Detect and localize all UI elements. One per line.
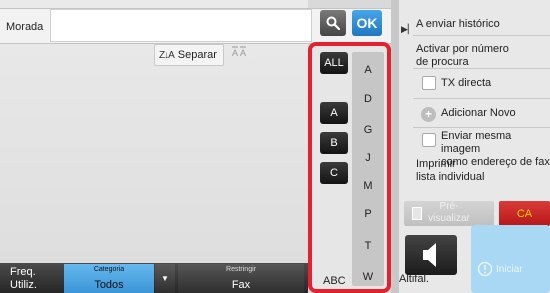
index-letter-w[interactable]: W <box>352 271 384 283</box>
index-letter-t[interactable]: T <box>352 240 384 252</box>
activate-by-search-number[interactable]: Activar por número de procura <box>416 43 509 69</box>
freq-label-line2: Utiliz. <box>10 279 37 291</box>
tx-direct-checkbox[interactable] <box>422 76 436 90</box>
tx-direct-label: TX directa <box>441 77 492 89</box>
speaker-label: Altifal. <box>399 273 429 285</box>
keyword-icon: A A <box>232 46 246 58</box>
print-line2: lista individual <box>416 171 485 183</box>
index-letter-p[interactable]: P <box>352 208 384 220</box>
index-button-a[interactable]: A <box>320 102 348 124</box>
send-same-image-checkbox[interactable] <box>422 133 436 147</box>
preview-button[interactable]: Pré- visualizar <box>404 201 494 226</box>
sort-button[interactable]: Z↓A Separar <box>154 44 224 66</box>
index-letter-j[interactable]: J <box>352 152 384 164</box>
add-new-label: Adicionar Novo <box>441 107 516 119</box>
svg-text:A: A <box>232 48 238 57</box>
index-button-b[interactable]: B <box>320 132 348 154</box>
side-panel-divider <box>391 0 399 293</box>
index-letter-g[interactable]: G <box>352 124 384 136</box>
speaker-icon <box>423 243 436 267</box>
abc-index-button[interactable]: ABC <box>323 275 346 287</box>
index-letter-d[interactable]: D <box>352 93 384 105</box>
frequent-use-button[interactable]: Freq. Utiliz. <box>10 266 37 292</box>
speaker-button[interactable] <box>405 235 457 275</box>
index-all-button[interactable]: ALL <box>320 52 348 74</box>
address-label: Morada <box>6 21 44 33</box>
start-label: Iniciar <box>496 264 523 275</box>
tx-direct-item[interactable]: TX directa <box>413 68 550 96</box>
freq-label-line1: Freq. <box>10 266 36 278</box>
restrict-caption: Restringir <box>226 266 256 273</box>
start-button[interactable]: Iniciar <box>471 225 550 293</box>
send-same-line1: Enviar mesma imagem <box>441 130 512 155</box>
sort-label: Separar <box>177 49 217 61</box>
sort-icon: Z↓A <box>159 49 175 61</box>
svg-text:A: A <box>240 48 246 57</box>
category-value: Todos <box>94 279 124 291</box>
keyword-search-icon[interactable]: A A <box>227 45 251 65</box>
activate-line1: Activar por número <box>416 43 509 55</box>
clear-all-button[interactable]: CA <box>499 201 550 226</box>
category-caption: Categoria <box>93 266 125 273</box>
send-same-image-item[interactable]: Enviar mesma imagem como endereço de fax <box>413 127 550 168</box>
index-letter-m[interactable]: M <box>352 180 384 192</box>
send-history-item[interactable]: A enviar histórico <box>413 10 550 36</box>
restrict-value: Fax <box>231 279 251 291</box>
category-dropdown-button[interactable]: ▼ <box>155 264 175 293</box>
search-button[interactable] <box>320 10 346 36</box>
ok-button[interactable]: OK <box>352 10 382 36</box>
print-line1: Imprimir <box>416 158 456 170</box>
add-new-item[interactable]: + Adicionar Novo <box>413 98 550 126</box>
search-icon <box>326 16 340 30</box>
chevron-down-icon: ▼ <box>161 274 169 283</box>
document-icon <box>412 207 422 220</box>
index-button-c[interactable]: C <box>320 162 348 184</box>
index-letter-a[interactable]: A <box>352 64 384 76</box>
add-icon: + <box>421 107 436 122</box>
address-input[interactable] <box>50 9 312 42</box>
print-individual-list[interactable]: Imprimir lista individual <box>416 158 484 184</box>
start-icon <box>477 261 493 277</box>
